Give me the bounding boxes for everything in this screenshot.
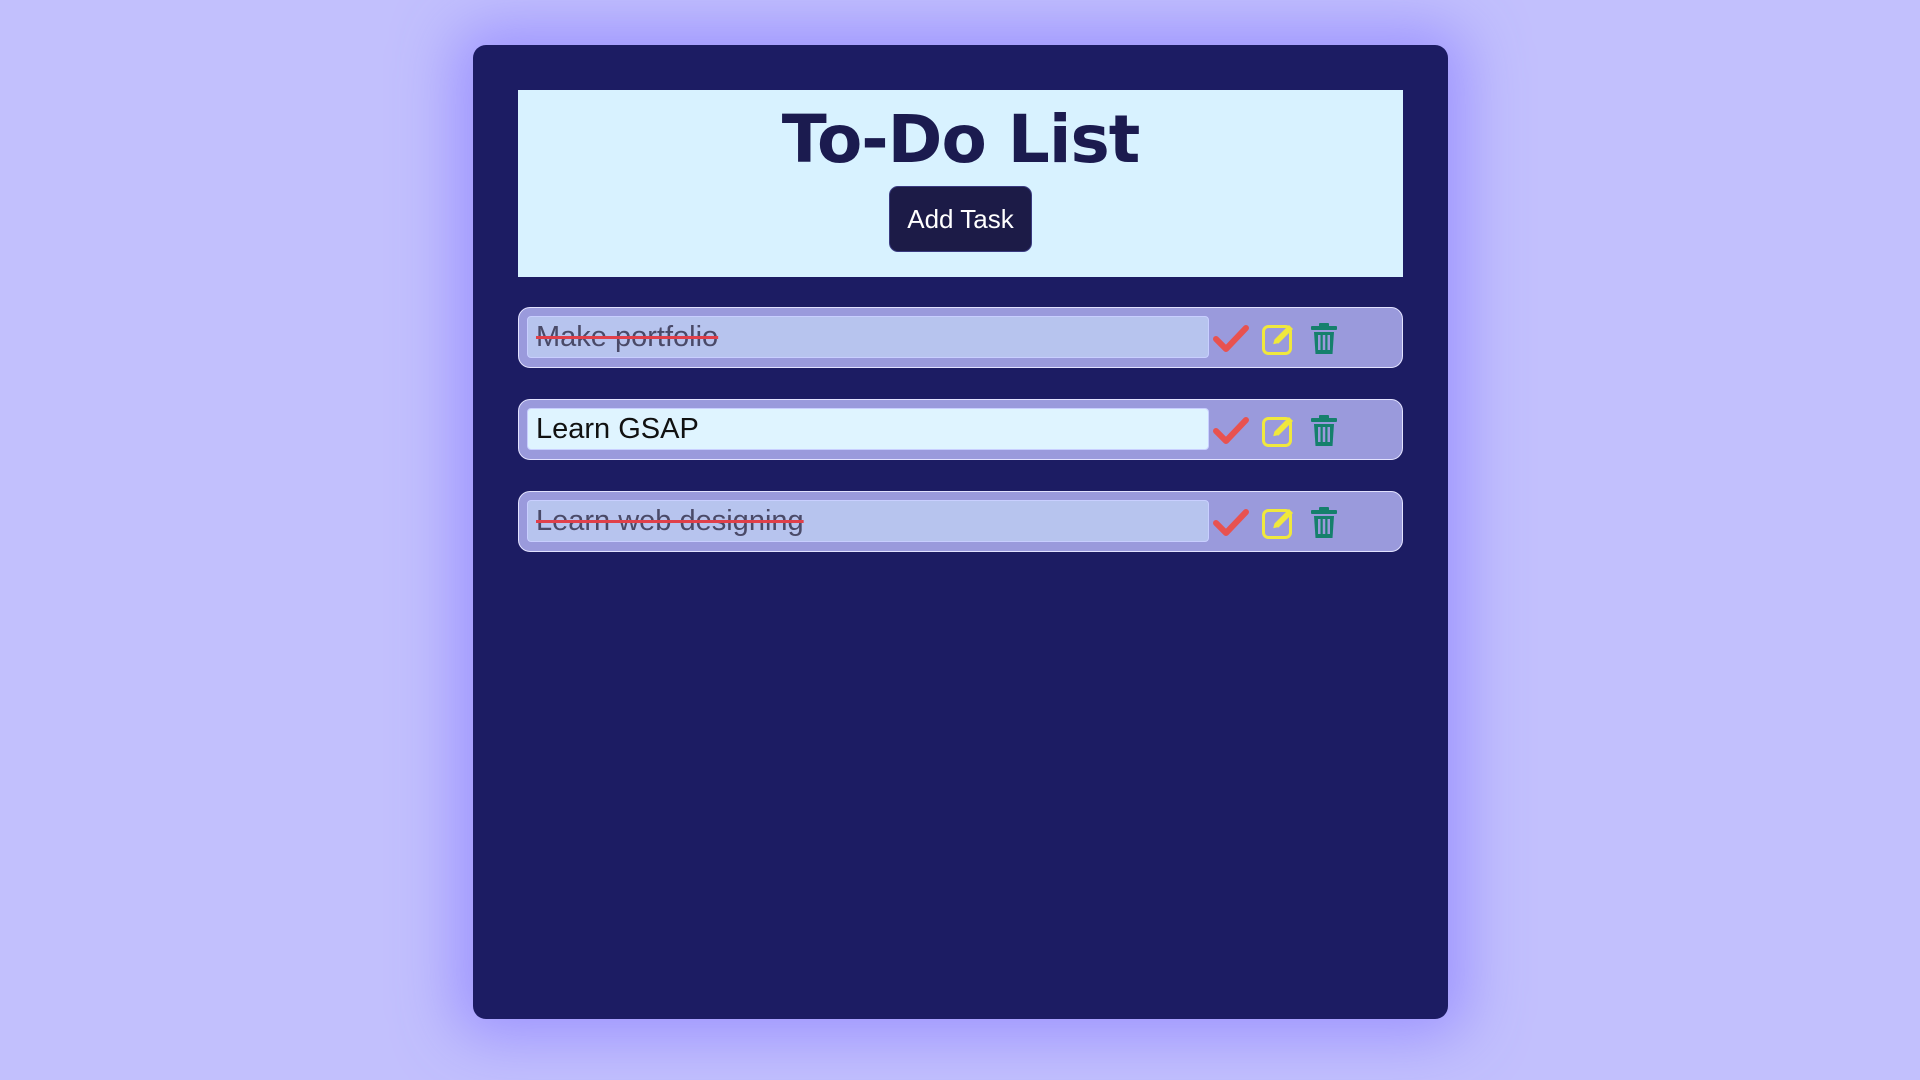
check-icon[interactable] bbox=[1213, 505, 1249, 541]
add-task-button[interactable]: Add Task bbox=[889, 186, 1032, 252]
trash-icon[interactable] bbox=[1307, 413, 1343, 449]
check-icon[interactable] bbox=[1213, 413, 1249, 449]
edit-icon[interactable] bbox=[1261, 413, 1297, 449]
todo-app-card: To-Do List Add Task bbox=[473, 45, 1448, 1019]
task-input[interactable] bbox=[527, 408, 1209, 450]
task-row bbox=[518, 491, 1403, 552]
task-input[interactable] bbox=[527, 316, 1209, 358]
trash-icon[interactable] bbox=[1307, 505, 1343, 541]
check-icon[interactable] bbox=[1213, 321, 1249, 357]
task-input[interactable] bbox=[527, 500, 1209, 542]
header-panel: To-Do List Add Task bbox=[518, 90, 1403, 277]
task-row bbox=[518, 399, 1403, 460]
edit-icon[interactable] bbox=[1261, 505, 1297, 541]
task-list bbox=[518, 307, 1403, 583]
edit-icon[interactable] bbox=[1261, 321, 1297, 357]
page-title: To-Do List bbox=[781, 101, 1141, 178]
trash-icon[interactable] bbox=[1307, 321, 1343, 357]
task-row bbox=[518, 307, 1403, 368]
